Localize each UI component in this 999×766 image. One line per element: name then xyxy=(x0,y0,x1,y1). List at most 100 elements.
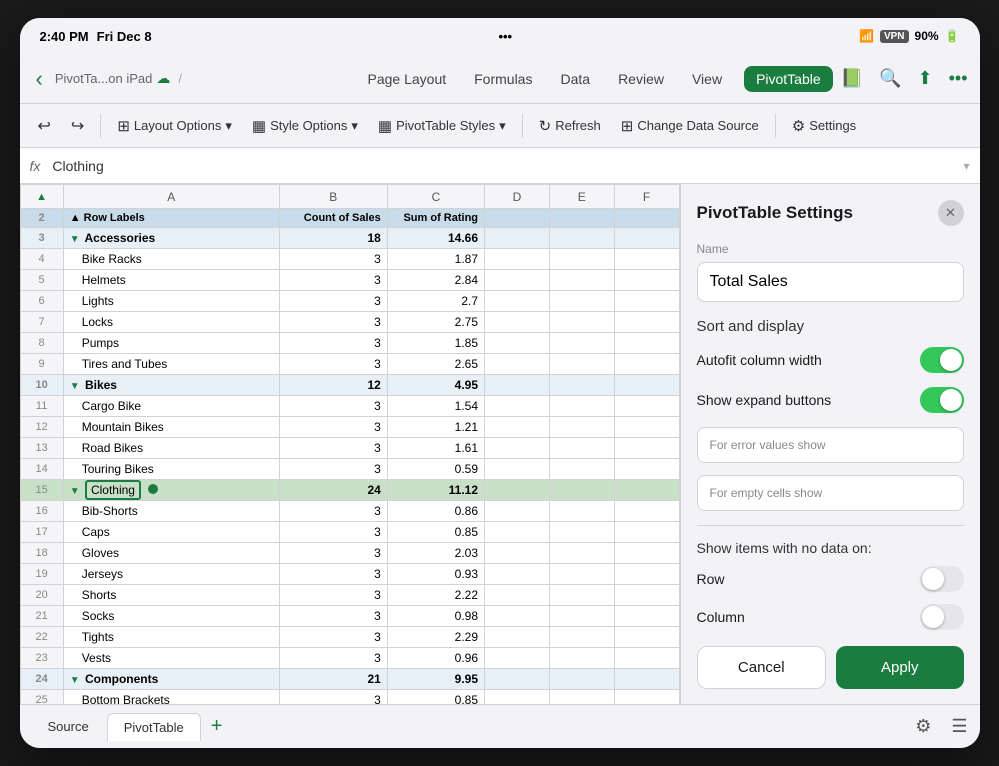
cell-a2[interactable]: ▲ Row Labels xyxy=(63,209,279,228)
cell-d20[interactable] xyxy=(485,585,550,606)
cell-b17[interactable]: 3 xyxy=(279,522,387,543)
cell-b19[interactable]: 3 xyxy=(279,564,387,585)
cell-c18[interactable]: 2.03 xyxy=(387,543,484,564)
cell-c14[interactable]: 0.59 xyxy=(387,459,484,480)
cell-c10[interactable]: 4.95 xyxy=(387,375,484,396)
add-sheet-button[interactable]: + xyxy=(203,711,231,742)
undo-button[interactable]: ↩ xyxy=(30,112,59,140)
cell-b7[interactable]: 3 xyxy=(279,312,387,333)
cell-c16[interactable]: 0.86 xyxy=(387,501,484,522)
cell-d4[interactable] xyxy=(485,249,550,270)
cell-f25[interactable] xyxy=(614,690,679,705)
column-toggle[interactable] xyxy=(920,604,964,630)
cell-d15[interactable] xyxy=(485,480,550,501)
col-header-c[interactable]: C xyxy=(387,185,484,209)
close-panel-button[interactable]: ✕ xyxy=(938,200,964,226)
refresh-button[interactable]: ↻ Refresh xyxy=(531,113,609,139)
source-tab[interactable]: Source xyxy=(32,713,105,740)
cell-a23[interactable]: Vests xyxy=(63,648,279,669)
cell-f8[interactable] xyxy=(614,333,679,354)
cell-e10[interactable] xyxy=(549,375,614,396)
cell-a8[interactable]: Pumps xyxy=(63,333,279,354)
pivottable-tab[interactable]: PivotTable xyxy=(107,713,201,741)
cell-e4[interactable] xyxy=(549,249,614,270)
cell-b14[interactable]: 3 xyxy=(279,459,387,480)
cell-e24[interactable] xyxy=(549,669,614,690)
table-row[interactable]: 14 Touring Bikes 3 0.59 xyxy=(20,459,679,480)
cell-a20[interactable]: Shorts xyxy=(63,585,279,606)
cell-b11[interactable]: 3 xyxy=(279,396,387,417)
cell-b12[interactable]: 3 xyxy=(279,417,387,438)
cell-a13[interactable]: Road Bikes xyxy=(63,438,279,459)
cell-a17[interactable]: Caps xyxy=(63,522,279,543)
layout-options-button[interactable]: ⊞ Layout Options ▾ xyxy=(109,113,240,139)
cell-d11[interactable] xyxy=(485,396,550,417)
apply-button[interactable]: Apply xyxy=(836,646,964,689)
cell-e17[interactable] xyxy=(549,522,614,543)
cell-b22[interactable]: 3 xyxy=(279,627,387,648)
col-header-b[interactable]: B xyxy=(279,185,387,209)
back-button[interactable]: ‹ xyxy=(32,62,47,96)
cell-a7[interactable]: Locks xyxy=(63,312,279,333)
cell-a18[interactable]: Gloves xyxy=(63,543,279,564)
autofit-toggle[interactable] xyxy=(920,347,964,373)
cell-b20[interactable]: 3 xyxy=(279,585,387,606)
cell-f3[interactable] xyxy=(614,228,679,249)
cell-c22[interactable]: 2.29 xyxy=(387,627,484,648)
list-icon[interactable]: ☰ xyxy=(951,716,967,737)
cell-e16[interactable] xyxy=(549,501,614,522)
cell-a24[interactable]: ▼ Components xyxy=(63,669,279,690)
style-options-button[interactable]: ▦ Style Options ▾ xyxy=(244,113,366,139)
cell-b2[interactable]: Count of Sales xyxy=(279,209,387,228)
cell-f18[interactable] xyxy=(614,543,679,564)
cell-d24[interactable] xyxy=(485,669,550,690)
cell-e3[interactable] xyxy=(549,228,614,249)
excel-icon[interactable]: 📗 xyxy=(841,68,863,89)
cell-c13[interactable]: 1.61 xyxy=(387,438,484,459)
cell-b9[interactable]: 3 xyxy=(279,354,387,375)
cell-e12[interactable] xyxy=(549,417,614,438)
table-row[interactable]: 18 Gloves 3 2.03 xyxy=(20,543,679,564)
table-row[interactable]: 10 ▼ Bikes 12 4.95 xyxy=(20,375,679,396)
col-header-a[interactable]: A xyxy=(63,185,279,209)
cell-f17[interactable] xyxy=(614,522,679,543)
cell-b13[interactable]: 3 xyxy=(279,438,387,459)
tab-data[interactable]: Data xyxy=(554,67,596,91)
table-row[interactable]: 17 Caps 3 0.85 xyxy=(20,522,679,543)
cell-a4[interactable]: Bike Racks xyxy=(63,249,279,270)
cell-f14[interactable] xyxy=(614,459,679,480)
cell-c12[interactable]: 1.21 xyxy=(387,417,484,438)
cell-c8[interactable]: 1.85 xyxy=(387,333,484,354)
cell-d7[interactable] xyxy=(485,312,550,333)
cell-f15[interactable] xyxy=(614,480,679,501)
cell-b6[interactable]: 3 xyxy=(279,291,387,312)
cell-f23[interactable] xyxy=(614,648,679,669)
cell-b4[interactable]: 3 xyxy=(279,249,387,270)
cell-a12[interactable]: Mountain Bikes xyxy=(63,417,279,438)
cell-b3[interactable]: 18 xyxy=(279,228,387,249)
col-header-d[interactable]: D xyxy=(485,185,550,209)
cell-b10[interactable]: 12 xyxy=(279,375,387,396)
cell-a14[interactable]: Touring Bikes xyxy=(63,459,279,480)
cell-f6[interactable] xyxy=(614,291,679,312)
table-row[interactable]: 16 Bib-Shorts 3 0.86 xyxy=(20,501,679,522)
tab-view[interactable]: View xyxy=(686,67,728,91)
cell-c19[interactable]: 0.93 xyxy=(387,564,484,585)
tab-page-layout[interactable]: Page Layout xyxy=(362,67,453,91)
cell-d17[interactable] xyxy=(485,522,550,543)
cell-a22[interactable]: Tights xyxy=(63,627,279,648)
cell-c2[interactable]: Sum of Rating xyxy=(387,209,484,228)
empty-cells-input[interactable]: For empty cells show xyxy=(697,475,964,511)
cell-f16[interactable] xyxy=(614,501,679,522)
cell-d23[interactable] xyxy=(485,648,550,669)
cell-d18[interactable] xyxy=(485,543,550,564)
cell-d5[interactable] xyxy=(485,270,550,291)
table-row[interactable]: 9 Tires and Tubes 3 2.65 xyxy=(20,354,679,375)
cell-e23[interactable] xyxy=(549,648,614,669)
cell-e2[interactable] xyxy=(549,209,614,228)
cell-e25[interactable] xyxy=(549,690,614,705)
cell-c25[interactable]: 0.85 xyxy=(387,690,484,705)
cell-a5[interactable]: Helmets xyxy=(63,270,279,291)
cell-e19[interactable] xyxy=(549,564,614,585)
cell-b16[interactable]: 3 xyxy=(279,501,387,522)
